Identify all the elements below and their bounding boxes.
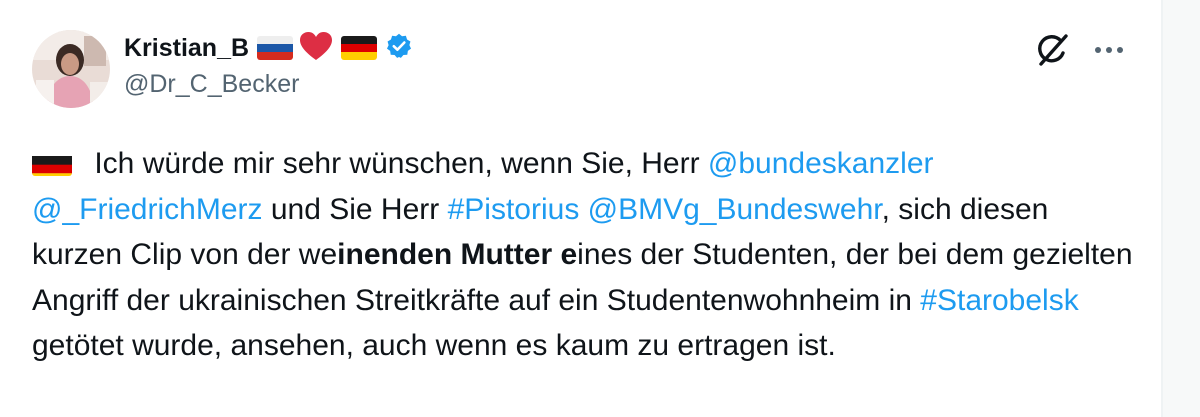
germany-flag-emoji (32, 150, 72, 176)
germany-flag-emoji (341, 36, 378, 60)
tweet-text-segment: und Sie Herr (262, 192, 448, 226)
red-heart-emoji (299, 31, 333, 66)
author-handle[interactable]: @Dr_C_Becker (124, 70, 299, 99)
author-display-name[interactable]: Kristian_B (124, 34, 249, 63)
hashtag-starobelsk[interactable]: #Starobelsk (920, 284, 1078, 317)
hashtag-pistorius[interactable]: #Pistorius (448, 193, 580, 226)
more-icon (1095, 47, 1123, 53)
verified-badge-icon[interactable] (385, 32, 413, 65)
mention-bundeskanzler[interactable]: @bundeskanzler (708, 147, 934, 180)
tweet-text: Ich würde mir sehr wünschen, wenn Sie, H… (32, 141, 1142, 369)
mention-bmvg-bundeswehr[interactable]: @BMVg_Bundeswehr (588, 193, 882, 226)
tweet-text-segment: Ich würde mir sehr wünschen, wenn Sie, H… (86, 147, 708, 180)
more-options-button[interactable] (1088, 34, 1130, 66)
author-row: Kristian_B (124, 30, 413, 66)
mention-friedrichmerz[interactable]: @_FriedrichMerz (32, 193, 263, 226)
russia-flag-emoji (257, 36, 294, 60)
grok-button[interactable] (1031, 30, 1075, 70)
tweet-text-segment: getötet wurde, ansehen, auch wenn es kau… (32, 329, 836, 363)
grok-icon (1038, 34, 1068, 66)
tweet-text-segment (579, 193, 587, 226)
tweet-text-bold-segment: inenden Mutter e (337, 238, 578, 272)
right-panel (1163, 0, 1200, 417)
tweet-card[interactable]: Kristian_B @Dr_C_Becker Ich würde mir se… (0, 0, 1163, 417)
avatar[interactable] (32, 30, 110, 108)
avatar-photo (32, 30, 110, 108)
